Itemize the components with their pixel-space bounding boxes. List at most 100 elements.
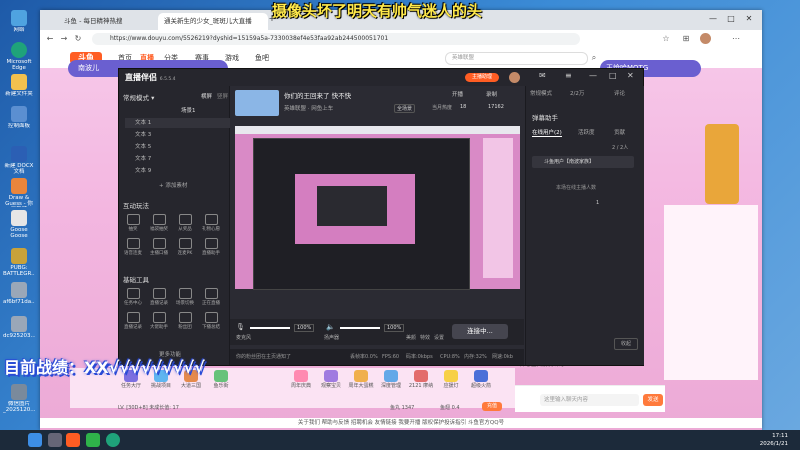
tool-assistant[interactable]: 直播助手 [201,238,221,256]
tool-voice-link[interactable]: 语音连麦 [123,238,143,256]
start-stream-button[interactable]: 连接中... [452,324,508,339]
tool-oral[interactable]: 主播口播 [149,238,169,256]
douyu-search-input[interactable]: 英雄联盟 [445,52,588,65]
message-icon[interactable]: ✉ [539,71,546,80]
tool-task-center[interactable]: 任务中心 [123,288,143,306]
maximize-button[interactable]: □ [724,13,738,25]
stream-category[interactable]: 英雄联盟 · 网鱼上车 [284,104,333,112]
recharge-button[interactable]: 充值 [482,402,502,411]
speaker-icon[interactable]: 🔈 [326,323,335,331]
url-input[interactable]: https://www.douyu.com/5526219?dyshid=151… [92,33,580,45]
minimize-button[interactable]: — [706,13,720,25]
tool-scene-switch[interactable]: 场景切换 [175,288,195,306]
speaker-slider[interactable] [340,327,380,329]
desktop-icon-control-panel[interactable]: 控制面板 [3,106,35,135]
source-item[interactable]: 文本 7 [125,154,233,164]
tab-activity[interactable]: 活跃度 [578,128,595,136]
microphone-icon[interactable]: 🎙 [236,323,245,331]
desktop-icon-file-1[interactable]: af6bf71da... [3,282,35,311]
settings-button[interactable]: 设置 [434,334,444,341]
menu-icon[interactable]: ⋯ [730,33,742,45]
close-button[interactable]: ✕ [742,13,756,25]
maximize-icon[interactable]: □ [609,71,617,80]
record-tab[interactable]: 录制 [486,90,497,98]
gift-item[interactable]: 超级火箭 [466,370,496,389]
desktop-icon-file-2[interactable]: dc925203... [3,316,35,345]
search-icon[interactable]: ⌕ [588,52,600,64]
source-item[interactable]: 文本 1 [125,118,233,128]
tool-fan-club[interactable]: 粉丝团 [175,312,195,330]
desktop-icon-pubg[interactable]: PUBG: BATTLEGR... [3,248,35,277]
header-tab[interactable]: 评论 [614,89,625,97]
forward-icon[interactable]: → [58,33,70,45]
desktop-icon-goose-duck[interactable]: Goose Goose Duck [3,210,35,239]
stream-preview[interactable] [235,126,520,290]
edge-icon[interactable] [106,433,120,447]
tool-boss-assistant[interactable]: 大佬助手 [149,312,169,330]
tool-on-air[interactable]: 正在直播 [201,288,221,306]
gift-item[interactable]: 深度管理 [376,370,406,389]
tab-douyu-home[interactable]: 斗鱼 - 每日精神热搜 [58,13,152,30]
gift-item[interactable]: 观察宝贝 [316,370,346,389]
tab-online-users[interactable]: 在线用户(2) [532,128,562,137]
mic-slider[interactable] [250,327,290,329]
search-icon[interactable] [48,433,62,447]
tab-portrait[interactable]: 竖屏 [217,92,228,100]
source-item[interactable]: 文本 3 [125,130,233,140]
site-footer[interactable]: 关于我们 帮助与反馈 招聘机会 友情链接 我要开播 版权保护投诉指引 斗鱼官方Q… [40,418,762,428]
desktop-icon-draw-guess[interactable]: Draw & Guess - 你画我猜 [3,178,35,207]
desktop-icon-edge[interactable]: Microsoft Edge [3,42,35,71]
viewer-row[interactable]: 斗鱼用户【南波家族】 [532,156,634,168]
mode-select[interactable]: 常规模式 ▾ [123,92,154,102]
menu-icon[interactable]: ≡ [565,71,572,80]
desktop-icon-docx[interactable]: 新建 DOCX 文档 [3,146,35,175]
category-tag[interactable]: 全场景 [394,104,416,113]
effect-button[interactable]: 特效 [420,334,430,341]
back-icon[interactable]: ← [44,33,56,45]
tool-record[interactable]: 直播记录 [123,312,143,330]
scene-title[interactable]: 场景1 [181,106,196,114]
tool-prize[interactable]: 从奖品 [175,214,195,232]
desktop-icon-folder[interactable]: 新建文件夹 [3,74,35,103]
gift-item[interactable]: 应援灯 [436,370,466,389]
gift-item[interactable]: 周年大蛋糕 [346,370,376,389]
nav-fish-bar[interactable]: 鱼吧 [255,52,269,64]
close-icon[interactable]: ✕ [627,71,634,80]
start-icon[interactable] [28,433,42,447]
nav-games[interactable]: 游戏 [225,52,239,64]
reload-icon[interactable]: ↻ [72,33,84,45]
douyu-app-icon[interactable] [66,433,80,447]
cover-thumbnail[interactable] [235,90,279,116]
event-banner[interactable] [705,124,739,204]
extensions-icon[interactable]: ⊞ [680,33,692,45]
gift-item[interactable]: 鱼乐街 [206,370,236,389]
star-icon[interactable]: ☆ [660,33,672,45]
fold-button[interactable]: 收起 [614,338,638,350]
header-tab[interactable]: 2/2万 [570,89,584,97]
tool-pk[interactable]: 连麦PK [175,238,195,256]
chat-input[interactable]: 这里输入聊天内容 [540,394,639,406]
tool-live-record[interactable]: 直播记录 [149,288,169,306]
tool-lucky-bag[interactable]: 福袋抽奖 [149,214,169,232]
speaker-percent[interactable]: 100% [384,324,405,332]
gift-item[interactable]: 2121 摩纳 [406,370,436,389]
source-item[interactable]: 文本 9 [125,166,233,176]
tab-contribution[interactable]: 贡献 [614,128,625,136]
tool-summary[interactable]: 下播总结 [201,312,221,330]
header-tab[interactable]: 常规模式 [530,89,552,97]
minimize-icon[interactable]: — [589,71,597,80]
beauty-button[interactable]: 美颜 [406,334,416,341]
stream-title[interactable]: 你们的王回来了 快不快 [284,90,351,100]
tab-live-room[interactable]: 通关新生的少女_斑斑儿大直播 [158,13,268,30]
wechat-icon[interactable] [86,433,100,447]
desktop-icon-network[interactable]: 网络 [3,10,35,39]
tool-lottery[interactable]: 抽奖 [123,214,143,232]
add-source-button[interactable]: + 添加素材 [159,181,187,189]
clock[interactable]: 17:11 2026/1/21 [760,432,788,448]
assistant-badge[interactable]: 主播助理 [465,73,499,82]
avatar[interactable] [509,72,520,83]
tab-landscape[interactable]: 横屏 [201,92,212,100]
send-button[interactable]: 发送 [643,394,663,406]
tool-wish[interactable]: 礼物心愿 [201,214,221,232]
profile-avatar[interactable] [700,33,711,44]
